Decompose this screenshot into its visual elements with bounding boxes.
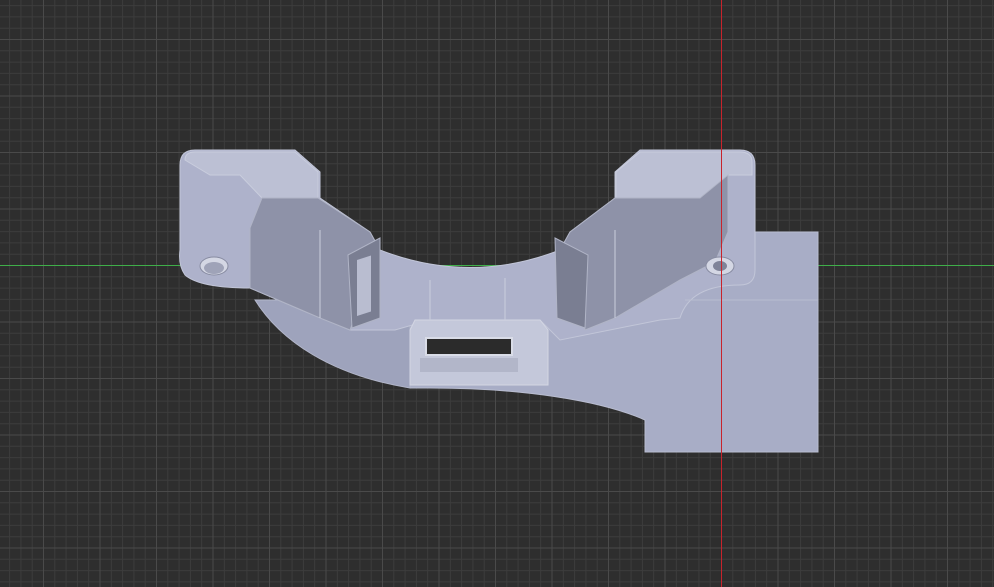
center-slot-ledge	[420, 358, 518, 372]
left-tube-opening	[357, 255, 371, 317]
center-slot	[425, 337, 513, 356]
viewport-canvas[interactable]	[0, 0, 994, 587]
left-mount-hole-inner	[204, 262, 224, 274]
right-mount-hole-inner	[713, 261, 727, 271]
3d-viewport[interactable]	[0, 0, 994, 587]
